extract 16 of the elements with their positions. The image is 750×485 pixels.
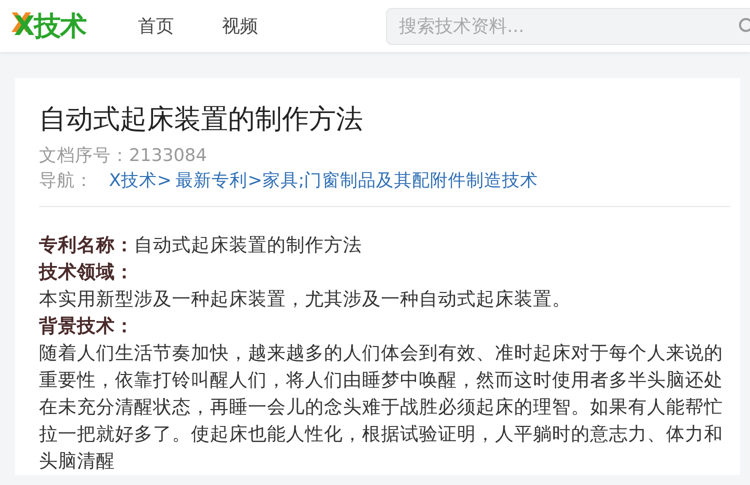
breadcrumb-label: 导航： [39,170,93,194]
logo[interactable]: X技术 [14,12,86,40]
field-label: 专利名称： [39,235,134,256]
doc-number: 2133084 [129,146,207,166]
section-heading: 技术领域： [39,262,134,284]
breadcrumb-link[interactable]: 最新专利>家具;门窗制品及其配附件制造技术 [176,169,538,194]
paragraph: 随着人们生活节奏加快，越来越多的人们体会到有效、准时起床对于每个人来说的重要性，依靠打铃叫醒人们，将人们由睡梦中唤醒，然而这时使用者多半头脑还处在未充分清醒状态，再睡一会儿的念头难于战胜必须起床的理智。如果有人能帮忙拉一把就好多了。使起床也能人性化，根据试验证明，人平躺时的意志力、体力和头脑清醒 [39,342,724,474]
nav-link-item[interactable]: 首页 [138,12,174,40]
paragraph: 本实用新型涉及一种起床装置，尤其涉及一种自动式起床装置。 [39,288,572,312]
doc-number-label: 文档序号： [39,146,129,166]
section-heading: 背景技术： [39,316,134,338]
breadcrumb-link[interactable]: X技术> [109,169,172,194]
field-value: 自动式起床装置的制作方法 [134,235,362,256]
nav-link-item[interactable]: 视频 [222,12,258,40]
article-title: 自动式起床装置的制作方法 [39,104,364,136]
search-field[interactable]: 搜索技术资料... [386,8,750,44]
